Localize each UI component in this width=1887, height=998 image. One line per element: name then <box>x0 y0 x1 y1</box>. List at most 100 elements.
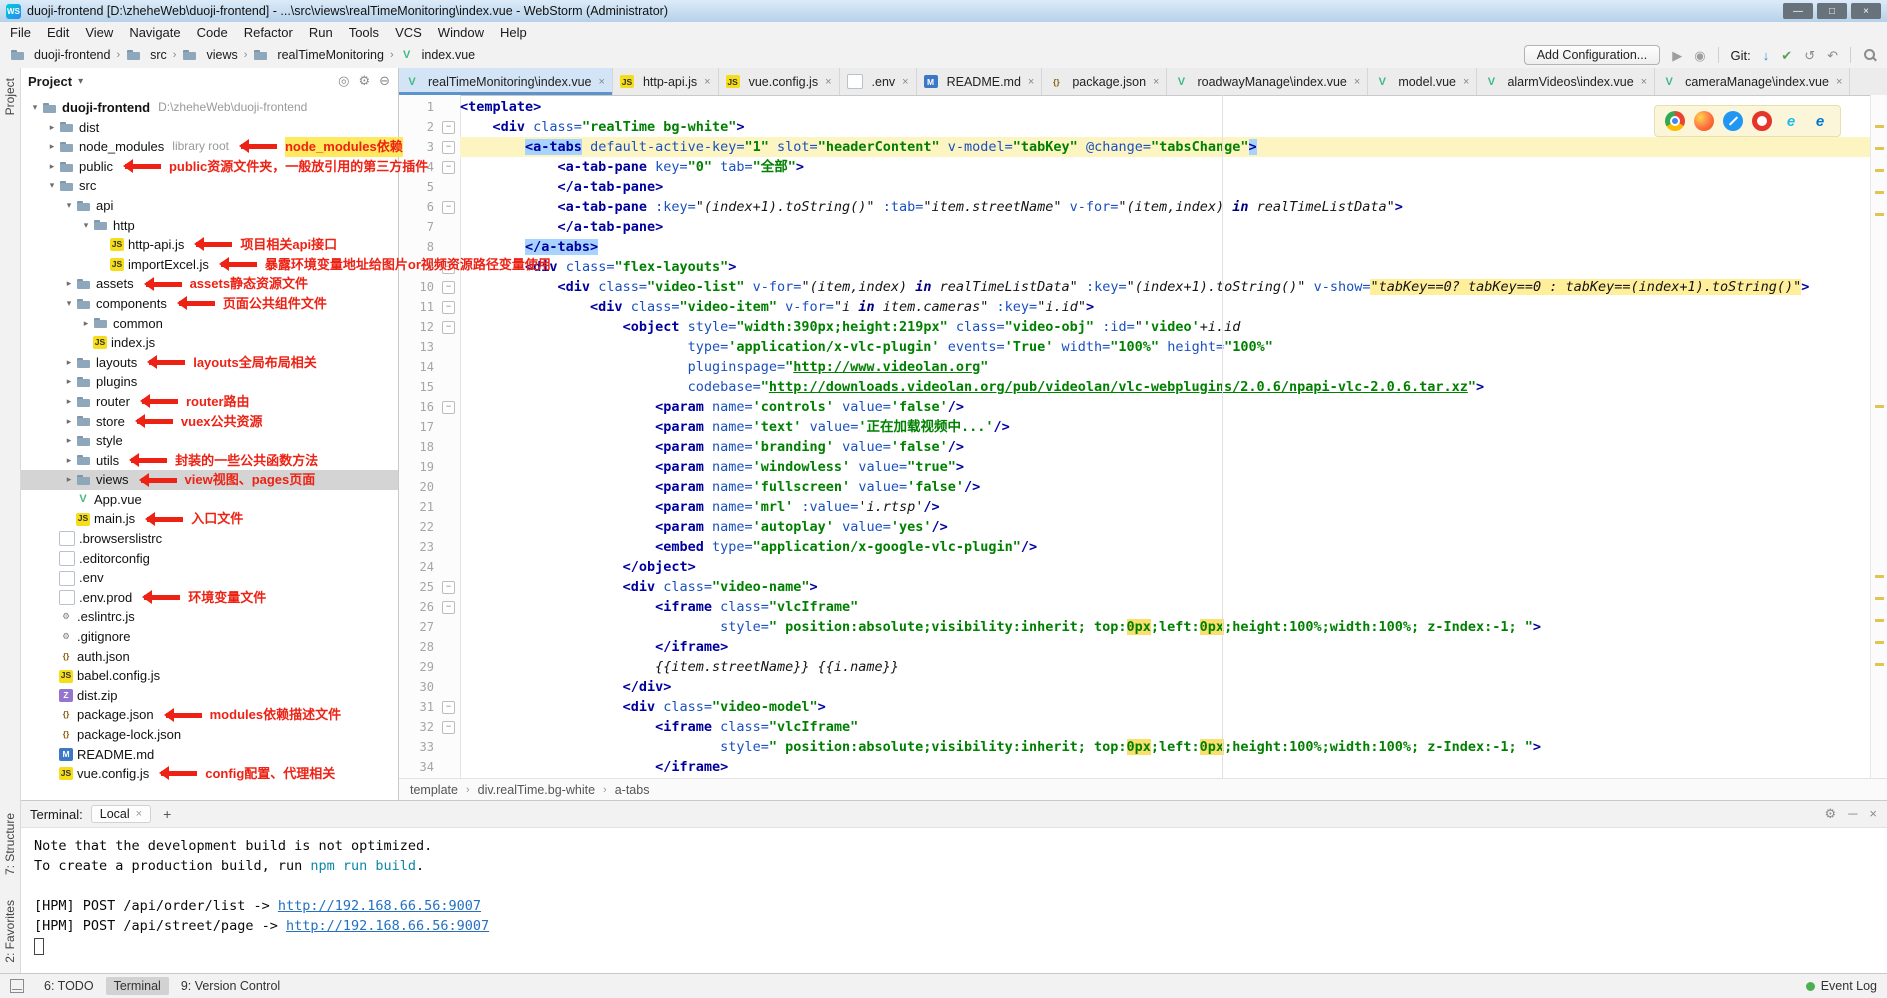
tree-item-.editorconfig[interactable]: .editorconfig <box>20 549 398 569</box>
code-line[interactable]: codebase="http://downloads.videolan.org/… <box>460 377 1871 397</box>
line-number[interactable]: 1 <box>427 97 434 117</box>
line-number[interactable]: 7 <box>427 217 434 237</box>
tree-item-.env[interactable]: .env <box>20 568 398 588</box>
search-icon[interactable] <box>1863 48 1877 62</box>
menu-window[interactable]: Window <box>430 25 492 40</box>
fold-icon[interactable]: − <box>442 701 455 714</box>
tree-expander-icon[interactable]: ▸ <box>62 353 76 373</box>
tree-item-assets[interactable]: ▸assetsassets静态资源文件 <box>20 274 398 294</box>
tree-item-duoji-frontend[interactable]: ▾duoji-frontendD:\zheheWeb\duoji-fronten… <box>20 98 398 118</box>
tree-item-.env.prod[interactable]: .env.prod环境变量文件 <box>20 588 398 608</box>
gear-icon[interactable]: ⚙ <box>1825 806 1837 822</box>
tree-item-common[interactable]: ▸common <box>20 314 398 334</box>
tree-item-utils[interactable]: ▸utils封装的一些公共函数方法 <box>20 451 398 471</box>
breadcrumb-item[interactable]: realTimeMonitoring <box>253 48 384 62</box>
stripe-mark[interactable] <box>1875 641 1884 644</box>
code-line[interactable]: <param name='windowless' value="true"> <box>460 457 1871 477</box>
tree-item-dist[interactable]: ▸dist <box>20 118 398 138</box>
tab-README.md[interactable]: MREADME.md× <box>917 68 1043 95</box>
tab-cameraManage-index.vue[interactable]: VcameraManage\index.vue× <box>1655 68 1850 95</box>
tab-http-api.js[interactable]: JShttp-api.js× <box>613 68 719 95</box>
code-line[interactable]: <a-tab-pane key="0" tab="全部"> <box>460 157 1871 177</box>
firefox-icon[interactable] <box>1694 111 1714 131</box>
tree-expander-icon[interactable]: ▸ <box>62 412 76 432</box>
collapse-all-icon[interactable]: ⊖ <box>379 73 390 89</box>
code-line[interactable]: <a-tab-pane :key="(index+1).toString()" … <box>460 197 1871 217</box>
line-number[interactable]: 29 <box>420 657 434 677</box>
minimize-icon[interactable]: ─ <box>1848 806 1857 822</box>
code-line[interactable]: <div class="video-list" v-for="(item,ind… <box>460 277 1871 297</box>
ie-icon[interactable]: e <box>1781 111 1801 131</box>
line-number[interactable]: 12 <box>420 317 434 337</box>
tree-item-store[interactable]: ▸storevuex公共资源 <box>20 412 398 432</box>
tree-item-README.md[interactable]: MREADME.md <box>20 745 398 765</box>
tree-expander-icon[interactable]: ▾ <box>62 196 76 216</box>
line-number[interactable]: 28 <box>420 637 434 657</box>
code-line[interactable]: style=" position:absolute;visibility:inh… <box>460 617 1871 637</box>
code-line[interactable]: pluginspage="http://www.videolan.org" <box>460 357 1871 377</box>
close-icon[interactable]: × <box>599 76 605 88</box>
stripe-mark[interactable] <box>1875 663 1884 666</box>
tree-item-.gitignore[interactable]: ⚙.gitignore <box>20 627 398 647</box>
menu-help[interactable]: Help <box>492 25 535 40</box>
line-number[interactable]: 16 <box>420 397 434 417</box>
code-line[interactable]: <iframe class="vlcIframe" <box>460 717 1871 737</box>
menu-tools[interactable]: Tools <box>341 25 387 40</box>
stripe-mark[interactable] <box>1875 405 1884 408</box>
close-icon[interactable]: × <box>704 76 710 88</box>
fold-icon[interactable]: − <box>442 581 455 594</box>
code-line[interactable]: type='application/x-vlc-plugin' events='… <box>460 337 1871 357</box>
code-line[interactable]: </iframe> <box>460 637 1871 657</box>
close-icon[interactable]: × <box>1028 76 1034 88</box>
code-line[interactable]: {{item.streetName}} {{i.name}} <box>460 657 1871 677</box>
line-number[interactable]: 17 <box>420 417 434 437</box>
menu-code[interactable]: Code <box>189 25 236 40</box>
fold-icon[interactable]: − <box>442 281 455 294</box>
code-editor[interactable]: <template> <div class="realTime bg-white… <box>460 95 1871 779</box>
tree-item-package.json[interactable]: {}package.jsonmodules依赖描述文件 <box>20 705 398 725</box>
close-icon[interactable]: × <box>1153 76 1159 88</box>
line-number[interactable]: 34 <box>420 757 434 777</box>
code-line[interactable]: </a-tab-pane> <box>460 217 1871 237</box>
status-item-6--todo[interactable]: 6: TODO <box>36 977 102 995</box>
close-icon[interactable]: × <box>825 76 831 88</box>
tree-expander-icon[interactable]: ▸ <box>62 470 76 490</box>
code-line[interactable]: <param name='text' value='正在加载视频中...'/> <box>460 417 1871 437</box>
code-line[interactable]: <param name='branding' value='false'/> <box>460 437 1871 457</box>
project-panel-title[interactable]: Project <box>28 74 72 89</box>
line-number[interactable]: 2 <box>427 117 434 137</box>
code-line[interactable]: style=" position:absolute;visibility:inh… <box>460 737 1871 757</box>
tab-.env[interactable]: .env× <box>840 68 917 95</box>
close-icon[interactable]: × <box>1463 76 1469 88</box>
minimize-icon[interactable]: — <box>1783 3 1813 19</box>
locate-icon[interactable]: ◎ <box>338 73 349 89</box>
code-line[interactable]: <param name='fullscreen' value='false'/> <box>460 477 1871 497</box>
stripe-mark[interactable] <box>1875 619 1884 622</box>
rollback-icon[interactable]: ↶ <box>1827 49 1838 62</box>
terminal-tab-local[interactable]: Local × <box>91 805 151 823</box>
tab-roadwayManage-index.vue[interactable]: VroadwayManage\index.vue× <box>1167 68 1368 95</box>
tree-expander-icon[interactable]: ▸ <box>62 274 76 294</box>
fold-icon[interactable]: − <box>442 301 455 314</box>
breadcrumb-item[interactable]: views <box>182 48 237 62</box>
line-number[interactable]: 24 <box>420 557 434 577</box>
breadcrumb-item[interactable]: duoji-frontend <box>10 48 110 62</box>
tree-expander-icon[interactable]: ▸ <box>62 451 76 471</box>
tree-expander-icon[interactable]: ▾ <box>79 216 93 236</box>
error-stripe[interactable] <box>1870 95 1887 779</box>
tree-item-package-lock.json[interactable]: {}package-lock.json <box>20 725 398 745</box>
line-number[interactable]: 27 <box>420 617 434 637</box>
line-number[interactable]: 26 <box>420 597 434 617</box>
editor-breadcrumb-item[interactable]: template <box>410 783 458 797</box>
fold-icon[interactable]: − <box>442 121 455 134</box>
editor-breadcrumb-item[interactable]: div.realTime.bg-white <box>478 783 595 797</box>
line-number[interactable]: 20 <box>420 477 434 497</box>
git-commit-icon[interactable]: ✔ <box>1781 49 1792 62</box>
tree-item-layouts[interactable]: ▸layoutslayouts全局布局相关 <box>20 353 398 373</box>
debug-icon[interactable]: ◉ <box>1694 49 1705 62</box>
fold-icon[interactable]: − <box>442 201 455 214</box>
close-icon[interactable]: × <box>136 808 142 820</box>
close-icon[interactable]: × <box>1836 76 1842 88</box>
tool-strip-7--structure[interactable]: 7: Structure <box>3 813 17 875</box>
toolwindow-toggle-icon[interactable] <box>10 979 24 993</box>
